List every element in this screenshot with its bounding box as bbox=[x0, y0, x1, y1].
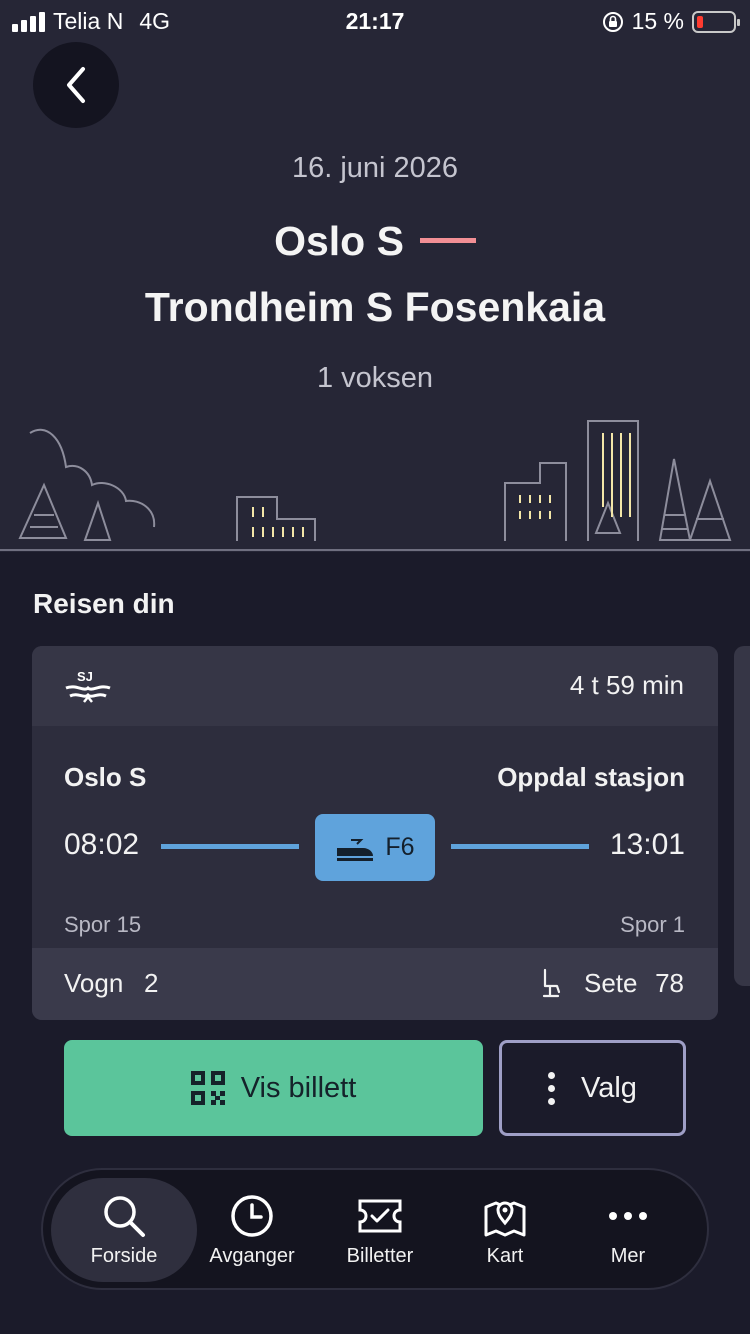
seat-info: Vogn 2 Sete 78 bbox=[32, 948, 718, 1020]
passenger-count: 1 voksen bbox=[316, 362, 434, 394]
qr-code-icon bbox=[190, 1071, 225, 1105]
departure-time: 08:02 bbox=[64, 828, 140, 861]
journey-card[interactable]: SJ 4 t 59 min Oslo S Oppdal stasjon 08:0… bbox=[32, 646, 718, 1020]
origin-name: Oslo S bbox=[274, 218, 404, 264]
next-card-peek[interactable] bbox=[734, 646, 750, 986]
seat-icon bbox=[542, 968, 561, 998]
route-origin: Oslo S bbox=[0, 218, 750, 265]
trip-duration: 4 t 59 min bbox=[569, 670, 684, 700]
landscape-illustration bbox=[18, 420, 732, 541]
tab-mer[interactable]: Mer bbox=[555, 1178, 701, 1282]
arrival-track: Spor 1 bbox=[620, 912, 685, 937]
section-title: Reisen din bbox=[33, 588, 175, 619]
route-line-right bbox=[451, 844, 589, 849]
card-body: Oslo S Oppdal stasjon 08:02 F6 13:01 Spo… bbox=[32, 726, 718, 948]
trip-header: Telia N 4G 21:17 15 % 16. juni 2026 Oslo… bbox=[0, 0, 750, 552]
tab-forside[interactable]: Forside bbox=[51, 1178, 197, 1282]
tab-bar: Forside Avganger Billetter Kart Mer bbox=[41, 1168, 709, 1290]
route-destination: Trondheim S Fosenkaia bbox=[144, 284, 606, 330]
seat-label: Sete bbox=[584, 968, 638, 998]
seat-number: 78 bbox=[655, 968, 684, 998]
tab-label: Forside bbox=[90, 1244, 158, 1267]
options-button[interactable]: Valg bbox=[499, 1040, 686, 1136]
chevron-left-icon bbox=[67, 67, 85, 103]
departure-station: Oslo S bbox=[64, 762, 147, 792]
clock-icon bbox=[231, 1194, 273, 1237]
orientation-lock-icon bbox=[602, 11, 623, 32]
card-header: SJ 4 t 59 min bbox=[32, 646, 718, 726]
show-ticket-label: Vis billett bbox=[240, 1071, 357, 1104]
svg-text:SJ: SJ bbox=[77, 669, 93, 684]
arrival-time: 13:01 bbox=[609, 828, 685, 861]
battery-percent: 15 % bbox=[631, 8, 684, 34]
departure-track: Spor 15 bbox=[64, 912, 142, 937]
more-vertical-icon bbox=[548, 1071, 556, 1105]
more-icon bbox=[609, 1211, 647, 1220]
show-ticket-button[interactable]: Vis billett bbox=[64, 1040, 483, 1136]
header-divider bbox=[0, 549, 750, 551]
train-line-label: F6 bbox=[385, 833, 415, 861]
search-icon bbox=[104, 1195, 145, 1237]
train-icon bbox=[337, 838, 374, 861]
tab-label: Billetter bbox=[346, 1244, 414, 1267]
coach-number: 2 bbox=[144, 968, 159, 998]
options-label: Valg bbox=[581, 1071, 637, 1104]
trip-date: 16. juni 2026 bbox=[291, 152, 459, 184]
battery-icon bbox=[692, 10, 740, 33]
route-line-left bbox=[161, 844, 299, 849]
status-bar: Telia N 4G 21:17 15 % bbox=[0, 0, 750, 42]
tab-label: Avganger bbox=[209, 1244, 295, 1267]
back-button[interactable] bbox=[33, 42, 119, 128]
tab-avganger[interactable]: Avganger bbox=[179, 1178, 325, 1282]
tab-label: Mer bbox=[610, 1244, 646, 1267]
arrival-station: Oppdal stasjon bbox=[497, 762, 685, 792]
ticket-icon bbox=[358, 1199, 402, 1232]
map-icon bbox=[484, 1201, 526, 1236]
tab-label: Kart bbox=[486, 1244, 524, 1267]
coach-label: Vogn bbox=[64, 968, 124, 998]
train-line-badge: F6 bbox=[315, 814, 435, 881]
route-dash bbox=[419, 237, 476, 243]
sj-logo-icon: SJ bbox=[65, 669, 111, 703]
